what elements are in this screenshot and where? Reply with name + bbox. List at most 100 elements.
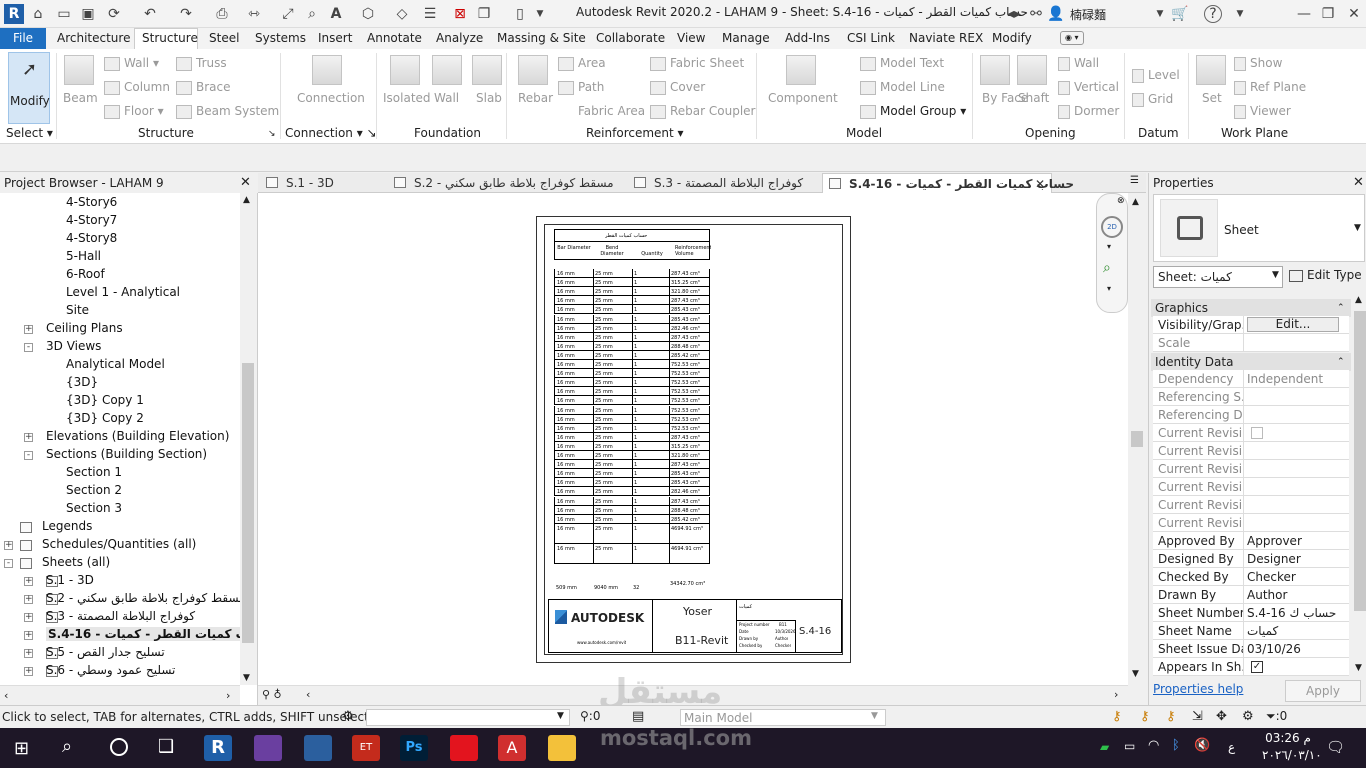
property-row[interactable]: Current Revisi... xyxy=(1153,424,1349,442)
zoom-dropdown-icon[interactable]: ▾ xyxy=(1107,284,1111,293)
expand-icon[interactable]: + xyxy=(24,631,33,640)
show-button[interactable]: Show xyxy=(1234,56,1282,71)
browser-node[interactable]: S.2 - مسقط كوفراج بلاطة طابق سكني xyxy=(46,591,240,605)
scroll-down-icon[interactable]: ▼ xyxy=(243,673,250,683)
scroll-thumb[interactable] xyxy=(1131,431,1143,447)
floor-button[interactable]: Floor ▾ xyxy=(104,104,164,119)
property-row[interactable]: Current Revisi... xyxy=(1153,478,1349,496)
view-control-icon[interactable]: ⚲ ♁ xyxy=(262,688,282,701)
property-row[interactable]: Dependency Independent xyxy=(1153,370,1349,388)
help-icon[interactable]: ? xyxy=(1204,5,1222,23)
browser-node[interactable]: {3D} xyxy=(66,375,98,389)
collapse-icon[interactable]: - xyxy=(24,343,33,352)
slab-button[interactable]: Slab xyxy=(476,91,502,105)
select-links-icon[interactable]: ⚷ xyxy=(1112,709,1122,724)
edit-visibility-button[interactable]: Edit... xyxy=(1247,317,1339,332)
cortana-icon[interactable] xyxy=(110,738,128,756)
browser-node[interactable]: S.1 - 3D xyxy=(46,573,94,587)
property-row[interactable]: Designed By Designer xyxy=(1153,550,1349,568)
etabs-taskbar-icon[interactable]: ET xyxy=(352,735,380,761)
property-row[interactable]: Approved By Approver xyxy=(1153,532,1349,550)
tab-s4-16-active[interactable]: S.4-16 - حساب كميات القطر - كميات ✕ xyxy=(822,173,1074,194)
expand-icon[interactable]: + xyxy=(24,667,33,676)
minimize-icon[interactable]: — xyxy=(1294,4,1314,24)
browser-node[interactable]: S.3 - كوفراج البلاطة المصمتة xyxy=(46,609,195,623)
wall-button[interactable]: Wall ▾ xyxy=(104,56,159,71)
property-checkbox[interactable]: ✓ xyxy=(1251,661,1263,673)
property-value[interactable]: كميات xyxy=(1247,624,1347,638)
browser-node[interactable]: Ceiling Plans xyxy=(46,321,123,335)
help-dropdown-icon[interactable]: ▼ xyxy=(1230,4,1250,24)
section-icon[interactable]: ◇ xyxy=(392,4,412,24)
scroll-left-icon[interactable]: ‹ xyxy=(306,688,310,701)
level-button[interactable]: Level xyxy=(1132,68,1180,83)
scroll-right-icon[interactable]: › xyxy=(1114,688,1118,701)
qa-dropdown-icon[interactable]: ▼ xyxy=(530,4,550,24)
expand-icon[interactable]: + xyxy=(24,325,33,334)
property-row[interactable]: Sheet Name كميات xyxy=(1153,622,1349,640)
tab-s3[interactable]: S.3 - كوفراج البلاطة المصمتة xyxy=(628,173,818,193)
measure-icon[interactable]: ⇿ xyxy=(244,4,264,24)
expand-icon[interactable]: + xyxy=(24,613,33,622)
search-icon[interactable]: ⌕ xyxy=(62,736,72,757)
property-row[interactable]: Current Revisi... xyxy=(1153,496,1349,514)
3d-view-icon[interactable]: ⬡ xyxy=(358,4,378,24)
property-group-header[interactable]: Graphics ⌃ xyxy=(1151,299,1351,317)
design-option-select[interactable]: Main Model ▼ xyxy=(680,709,886,726)
collapse-group-icon[interactable]: ⌃ xyxy=(1337,353,1345,371)
property-row[interactable]: Referencing S... xyxy=(1153,388,1349,406)
property-row[interactable]: Referencing D... xyxy=(1153,406,1349,424)
tab-architecture[interactable]: Architecture xyxy=(57,31,130,45)
zoom-icon[interactable]: ⌕ xyxy=(1103,260,1111,276)
properties-help-link[interactable]: Properties help xyxy=(1153,682,1243,696)
photoshop-taskbar-icon[interactable]: Ps xyxy=(400,735,428,761)
opera-taskbar-icon[interactable] xyxy=(450,735,478,761)
properties-scrollbar[interactable]: ▲ ▼ xyxy=(1353,293,1366,677)
notifications-icon[interactable]: 🗨 xyxy=(1326,738,1345,756)
search-expand-icon[interactable]: ◂▸ xyxy=(1004,4,1024,24)
steering-wheel-icon[interactable]: 2D xyxy=(1101,216,1123,238)
close-icon[interactable]: ✕ xyxy=(1344,4,1364,24)
close-tab-icon[interactable]: ✕ xyxy=(1035,174,1045,194)
collapse-group-icon[interactable]: ⌃ xyxy=(1337,299,1345,317)
file-explorer-taskbar-icon[interactable] xyxy=(548,735,576,761)
browser-node[interactable]: Analytical Model xyxy=(66,357,165,371)
binoculars-icon[interactable]: ⚯ xyxy=(1026,4,1046,24)
close-icon[interactable]: ✕ xyxy=(240,173,251,193)
property-row[interactable]: Scale xyxy=(1153,334,1349,352)
path-button[interactable]: Path xyxy=(558,80,604,95)
select-underlay-icon[interactable]: ⚷ xyxy=(1140,709,1150,724)
tag-icon[interactable]: ⌕ xyxy=(302,4,322,24)
select-by-face-icon[interactable]: ⇲ xyxy=(1192,709,1203,724)
expand-icon[interactable]: + xyxy=(24,649,33,658)
wifi-tray-icon[interactable]: ◠ xyxy=(1148,738,1159,753)
user-icon[interactable]: 👤 xyxy=(1046,4,1066,24)
tab-steel[interactable]: Steel xyxy=(209,31,239,45)
browser-node[interactable]: Section 1 xyxy=(66,465,122,479)
collapse-icon[interactable]: - xyxy=(24,451,33,460)
browser-node[interactable]: Sheets (all) xyxy=(42,555,110,569)
tab-overflow-icon[interactable]: ☰ xyxy=(1130,175,1139,186)
set-button[interactable]: Set xyxy=(1202,91,1222,105)
revit-logo-icon[interactable]: R xyxy=(4,4,24,24)
aligned-dimension-icon[interactable]: ⤢ xyxy=(278,4,298,24)
model-line-button[interactable]: Model Line xyxy=(860,80,945,95)
isolated-button[interactable]: Isolated xyxy=(383,91,431,105)
browser-node[interactable]: S.4-16 - حساب كميات القطر - كميات xyxy=(46,627,240,641)
property-value[interactable]: Checker xyxy=(1247,570,1347,584)
tab-annotate[interactable]: Annotate xyxy=(367,31,422,45)
fabric-area-button[interactable]: Fabric Area xyxy=(558,104,645,119)
tab-manage[interactable]: Manage xyxy=(722,31,770,45)
property-row[interactable]: Sheet Number S.4-16 حساب ك xyxy=(1153,604,1349,622)
rebar-button[interactable]: Rebar xyxy=(518,91,553,105)
beam-system-button[interactable]: Beam System xyxy=(176,104,279,119)
expand-icon[interactable]: + xyxy=(24,577,33,586)
property-value[interactable]: Designer xyxy=(1247,552,1347,566)
tab-structure[interactable]: Structure xyxy=(142,31,198,45)
browser-node[interactable]: Section 2 xyxy=(66,483,122,497)
property-value[interactable]: Approver xyxy=(1247,534,1347,548)
canvas-vscroll[interactable]: ▲ ▼ xyxy=(1128,193,1146,685)
reinforcement-panel-dropdown[interactable]: Reinforcement ▾ xyxy=(586,126,684,140)
background-process-icon[interactable]: ⚙ xyxy=(1242,709,1254,724)
property-row[interactable]: Current Revisi... xyxy=(1153,514,1349,532)
